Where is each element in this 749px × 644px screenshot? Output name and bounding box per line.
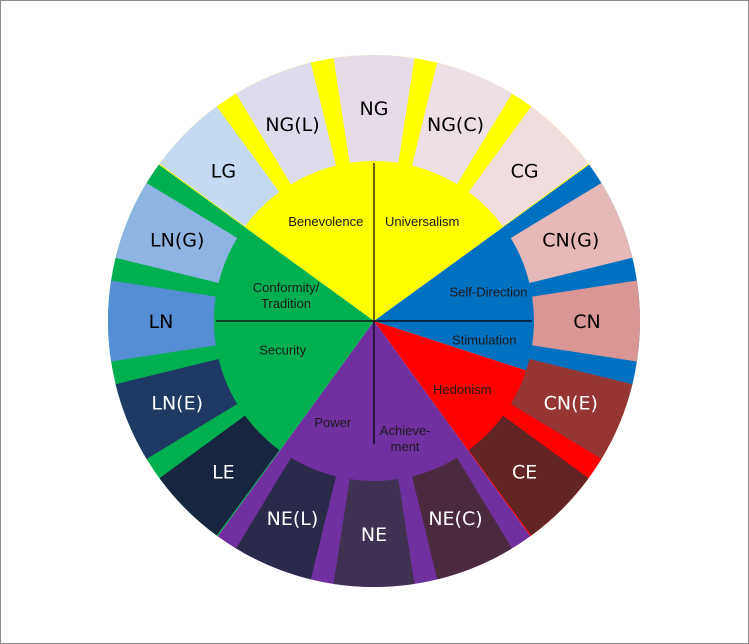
outer-segment-label-cng: CN(G): [542, 230, 599, 252]
outer-segment-label-ngc: NG(C): [427, 114, 484, 136]
value-label-hedonism: Hedonism: [433, 382, 492, 397]
outer-segment-label-cg: CG: [511, 160, 539, 182]
outer-segment-label-lne: LN(E): [151, 393, 203, 415]
value-label-selfdirection: Self-Direction: [449, 285, 527, 300]
value-label-benevolence: Benevolence: [288, 214, 363, 229]
value-label-power: Power: [314, 415, 352, 430]
value-label-conformity: Conformity/Tradition: [253, 280, 320, 311]
values-alignment-wheel: NG NG(C) CG CN(G) CN CN(E) CE NE(C) NE NE(L) LE LN(…: [108, 55, 640, 587]
outer-segment-label-ce: CE: [512, 462, 537, 484]
value-label-stimulation: Stimulation: [452, 332, 516, 347]
outer-segment-label-ng: NG: [360, 98, 389, 120]
outer-segment-label-lg: LG: [211, 160, 236, 182]
outer-segment-label-lng: LN(G): [150, 230, 204, 252]
outer-segment-label-ne: NE: [361, 524, 387, 546]
outer-segment-label-cn: CN: [573, 311, 600, 333]
value-label-security: Security: [259, 343, 306, 358]
value-label-universalism: Universalism: [385, 214, 459, 229]
outer-segment-label-nel: NE(L): [267, 508, 319, 530]
outer-segment-label-ngl: NG(L): [265, 114, 319, 136]
outer-segment-label-nec: NE(C): [428, 508, 482, 530]
outer-segment-label-le: LE: [212, 462, 235, 484]
outer-segment-label-ln: LN: [149, 311, 174, 333]
outer-segment-label-cne: CN(E): [544, 393, 598, 415]
